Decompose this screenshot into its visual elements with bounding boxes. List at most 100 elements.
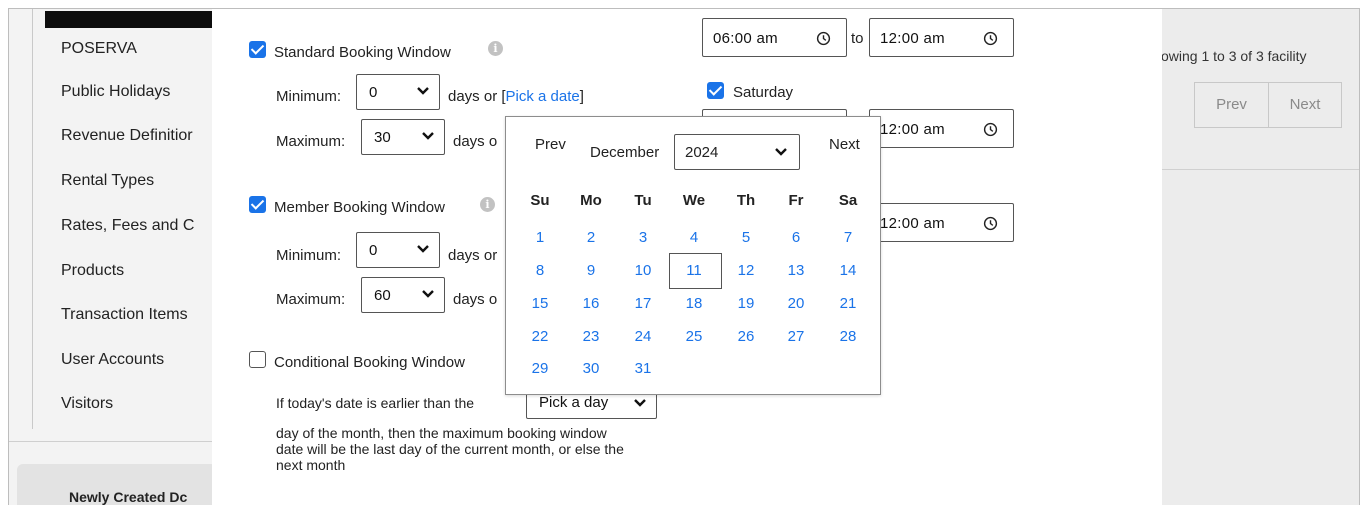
datepicker-day[interactable]: 2 bbox=[571, 229, 611, 246]
end-time-value-2: 12:00 am bbox=[880, 121, 945, 138]
datepicker-day[interactable]: 27 bbox=[776, 328, 816, 345]
datepicker-next-button[interactable]: Next bbox=[829, 136, 860, 153]
sidebar-divider bbox=[9, 441, 212, 442]
sidebar-item-products[interactable]: Products bbox=[61, 262, 124, 280]
clock-icon bbox=[983, 216, 998, 231]
standard-maximum-label: Maximum: bbox=[276, 133, 346, 150]
clock-icon bbox=[983, 31, 998, 46]
member-minimum-select[interactable]: 0 bbox=[356, 232, 440, 268]
sidebar-guide-line bbox=[32, 9, 33, 429]
time-range-to: to bbox=[851, 30, 864, 47]
sidebar-item-rental-types[interactable]: Rental Types bbox=[61, 172, 154, 190]
datepicker-day[interactable]: 5 bbox=[726, 229, 766, 246]
standard-minimum-select[interactable]: 0 bbox=[356, 74, 440, 110]
sidebar-header-bar bbox=[45, 11, 212, 28]
standard-days-or: days or [Pick a date] bbox=[448, 88, 584, 105]
weekday-header: Sa bbox=[838, 192, 858, 209]
datepicker-month-label: December bbox=[590, 144, 660, 161]
standard-minimum-value: 0 bbox=[369, 84, 378, 101]
sidebar-item-poserva[interactable]: POSERVA bbox=[61, 40, 137, 58]
weekday-header: Fr bbox=[788, 192, 804, 209]
datepicker-day[interactable]: 20 bbox=[776, 295, 816, 312]
datepicker-day[interactable]: 10 bbox=[623, 262, 663, 279]
datepicker-day[interactable]: 11 bbox=[674, 262, 714, 279]
pick-a-day-value: Pick a day bbox=[539, 394, 609, 411]
datepicker-year-select[interactable]: 2024 bbox=[674, 134, 800, 170]
conditional-booking-checkbox[interactable] bbox=[249, 351, 266, 368]
datepicker-day[interactable]: 19 bbox=[726, 295, 766, 312]
member-maximum-label: Maximum: bbox=[276, 291, 346, 308]
datepicker-day[interactable]: 16 bbox=[571, 295, 611, 312]
chevron-down-icon bbox=[417, 87, 429, 95]
datepicker-day[interactable]: 9 bbox=[571, 262, 611, 279]
member-minimum-value: 0 bbox=[369, 242, 378, 259]
clock-icon bbox=[816, 31, 831, 46]
member-booking-info-icon[interactable]: i bbox=[480, 197, 495, 212]
sidebar-item-transaction-items[interactable]: Transaction Items bbox=[61, 306, 188, 324]
end-time-value-1: 12:00 am bbox=[880, 30, 945, 47]
datepicker-day[interactable]: 12 bbox=[726, 262, 766, 279]
end-time-input-3[interactable]: 12:00 am bbox=[869, 203, 1014, 242]
datepicker-day[interactable]: 14 bbox=[828, 262, 868, 279]
datepicker-day[interactable]: 15 bbox=[520, 295, 560, 312]
standard-booking-label: Standard Booking Window bbox=[274, 44, 451, 61]
standard-booking-info-icon[interactable]: i bbox=[488, 41, 503, 56]
datepicker-day[interactable]: 29 bbox=[520, 360, 560, 377]
datepicker-day[interactable]: 17 bbox=[623, 295, 663, 312]
newly-created-card-title: Newly Created Dc bbox=[69, 489, 188, 505]
datepicker-day[interactable]: 31 bbox=[623, 360, 663, 377]
member-maximum-select[interactable]: 60 bbox=[361, 277, 445, 313]
conditional-description: day of the month, then the maximum booki… bbox=[276, 425, 624, 473]
weekday-header: Th bbox=[736, 192, 756, 209]
member-max-days-or: days o bbox=[453, 291, 498, 308]
member-maximum-value: 60 bbox=[374, 287, 391, 304]
standard-maximum-select[interactable]: 30 bbox=[361, 119, 445, 155]
sidebar-item-visitors[interactable]: Visitors bbox=[61, 395, 113, 413]
standard-maximum-value: 30 bbox=[374, 129, 391, 146]
right-divider bbox=[1162, 169, 1359, 170]
end-time-input-2[interactable]: 12:00 am bbox=[869, 109, 1014, 148]
start-time-value: 06:00 am bbox=[713, 30, 778, 47]
clock-icon bbox=[983, 122, 998, 137]
datepicker-day[interactable]: 6 bbox=[776, 229, 816, 246]
weekday-header: We bbox=[682, 192, 706, 209]
saturday-checkbox[interactable] bbox=[707, 82, 724, 99]
standard-booking-checkbox[interactable] bbox=[249, 41, 266, 58]
datepicker-popup: Prev December 2024 Next Su Mo Tu We Th F… bbox=[505, 116, 881, 395]
datepicker-day[interactable]: 23 bbox=[571, 328, 611, 345]
chevron-down-icon bbox=[417, 245, 429, 253]
datepicker-day[interactable]: 22 bbox=[520, 328, 560, 345]
datepicker-day[interactable]: 30 bbox=[571, 360, 611, 377]
datepicker-day[interactable]: 3 bbox=[623, 229, 663, 246]
sidebar-item-public-holidays[interactable]: Public Holidays bbox=[61, 83, 170, 101]
datepicker-prev-button[interactable]: Prev bbox=[535, 136, 566, 153]
next-page-button[interactable]: Next bbox=[1268, 83, 1341, 127]
datepicker-day[interactable]: 28 bbox=[828, 328, 868, 345]
chevron-down-icon bbox=[422, 290, 434, 298]
sidebar-item-user-accounts[interactable]: User Accounts bbox=[61, 351, 164, 369]
member-min-days-or: days or bbox=[448, 247, 498, 264]
member-booking-checkbox[interactable] bbox=[249, 196, 266, 213]
end-time-value-3: 12:00 am bbox=[880, 215, 945, 232]
pagination-summary: owing 1 to 3 of 3 facility bbox=[1161, 48, 1307, 64]
datepicker-day[interactable]: 7 bbox=[828, 229, 868, 246]
conditional-booking-label: Conditional Booking Window bbox=[274, 354, 465, 371]
datepicker-day[interactable]: 26 bbox=[726, 328, 766, 345]
start-time-input[interactable]: 06:00 am bbox=[702, 18, 847, 57]
datepicker-day[interactable]: 8 bbox=[520, 262, 560, 279]
weekday-header: Su bbox=[530, 192, 550, 209]
chevron-down-icon bbox=[634, 399, 646, 407]
end-time-input-1[interactable]: 12:00 am bbox=[869, 18, 1014, 57]
datepicker-day[interactable]: 1 bbox=[520, 229, 560, 246]
datepicker-day[interactable]: 13 bbox=[776, 262, 816, 279]
datepicker-day[interactable]: 18 bbox=[674, 295, 714, 312]
pick-a-date-link[interactable]: Pick a date bbox=[506, 88, 580, 105]
prev-page-button[interactable]: Prev bbox=[1195, 83, 1268, 127]
datepicker-day[interactable]: 4 bbox=[674, 229, 714, 246]
sidebar-item-revenue-definitions[interactable]: Revenue Definitior bbox=[61, 127, 193, 145]
datepicker-day[interactable]: 25 bbox=[674, 328, 714, 345]
weekday-header: Mo bbox=[580, 192, 602, 209]
datepicker-day[interactable]: 21 bbox=[828, 295, 868, 312]
sidebar-item-rates-fees[interactable]: Rates, Fees and C bbox=[61, 217, 194, 235]
datepicker-day[interactable]: 24 bbox=[623, 328, 663, 345]
